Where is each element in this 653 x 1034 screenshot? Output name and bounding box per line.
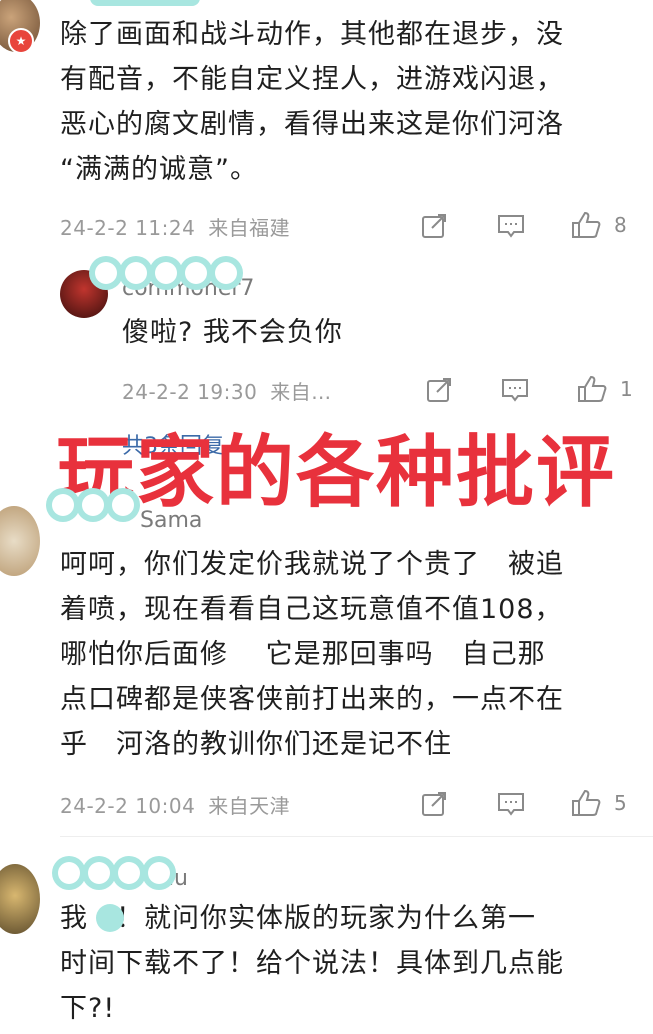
comment-username[interactable]: Sama bbox=[140, 508, 202, 533]
comment-line: 恶心的腐文剧情，看得出来这是你们河洛 bbox=[60, 109, 564, 140]
like-count: 1 bbox=[620, 377, 633, 401]
comment-line: 时间下载不了！给个说法！具体到几点能 bbox=[60, 948, 564, 979]
comment-line: 乎 河洛的教训你们还是记不住 bbox=[60, 729, 452, 760]
emoji-redaction bbox=[96, 904, 124, 932]
comment-line: 我 ！就问你实体版的玩家为什么第一 bbox=[60, 903, 536, 934]
like-icon[interactable] bbox=[576, 374, 608, 404]
comment-line: 下?! bbox=[60, 993, 116, 1024]
overlay-title: 玩家的各种批评 bbox=[56, 428, 617, 518]
comment-body: 呵呵，你们发定价我就说了个贵了 被追 着喷，现在看看自己这玩意值不值108， 哪… bbox=[60, 542, 645, 767]
comment-meta: 24-2-2 10:04 来自天津 bbox=[60, 790, 290, 819]
username-redaction bbox=[95, 262, 237, 284]
comment-line: 点口碑都是侠客侠前打出来的，一点不在 bbox=[60, 684, 564, 715]
comment-icon[interactable] bbox=[496, 212, 526, 240]
reply-body: 傻啦? 我不会负你 bbox=[122, 317, 343, 348]
share-icon[interactable] bbox=[420, 790, 448, 818]
comment-time: 24-2-2 19:30 bbox=[122, 380, 258, 404]
comment-icon[interactable] bbox=[496, 790, 526, 818]
comment-line: 有配音，不能自定义捏人，进游戏闪退， bbox=[60, 64, 564, 95]
comment-meta: 24-2-2 11:24 来自福建 bbox=[60, 212, 290, 241]
share-icon[interactable] bbox=[425, 376, 453, 404]
comment-icon[interactable] bbox=[500, 376, 530, 404]
comment-location: 来自天津 bbox=[208, 794, 291, 818]
comment-meta: 24-2-2 19:30 来自… bbox=[122, 376, 332, 405]
comment-time: 24-2-2 11:24 bbox=[60, 216, 196, 240]
comment-line: 着喷，现在看看自己这玩意值不值108， bbox=[60, 594, 563, 625]
like-icon[interactable] bbox=[570, 210, 602, 240]
avatar[interactable] bbox=[0, 864, 40, 934]
comment-time: 24-2-2 10:04 bbox=[60, 794, 196, 818]
divider bbox=[60, 836, 653, 837]
comment-body: 我 ！就问你实体版的玩家为什么第一 时间下载不了！给个说法！具体到几点能 下?! bbox=[60, 896, 645, 1031]
username-redaction bbox=[52, 494, 134, 516]
like-count: 8 bbox=[614, 213, 627, 237]
svg-text:★: ★ bbox=[16, 34, 27, 48]
comment-line: 呵呵，你们发定价我就说了个贵了 被追 bbox=[60, 549, 564, 580]
like-count: 5 bbox=[614, 791, 627, 815]
comment-line: “满满的诚意”。 bbox=[60, 154, 258, 185]
comment-location: 来自… bbox=[270, 380, 332, 404]
comment-line: 除了画面和战斗动作，其他都在退步，没 bbox=[60, 19, 564, 50]
username-redaction bbox=[58, 862, 170, 884]
comment-body: 除了画面和战斗动作，其他都在退步，没 有配音，不能自定义捏人，进游戏闪退， 恶心… bbox=[60, 12, 645, 192]
comment-location: 来自福建 bbox=[208, 216, 291, 240]
share-icon[interactable] bbox=[420, 212, 448, 240]
verified-badge-icon: ★ bbox=[8, 28, 34, 54]
avatar[interactable] bbox=[0, 506, 40, 576]
username-redaction bbox=[90, 0, 200, 6]
like-icon[interactable] bbox=[570, 788, 602, 818]
comment-line: 哪怕你后面修 它是那回事吗 自己那 bbox=[60, 639, 546, 670]
